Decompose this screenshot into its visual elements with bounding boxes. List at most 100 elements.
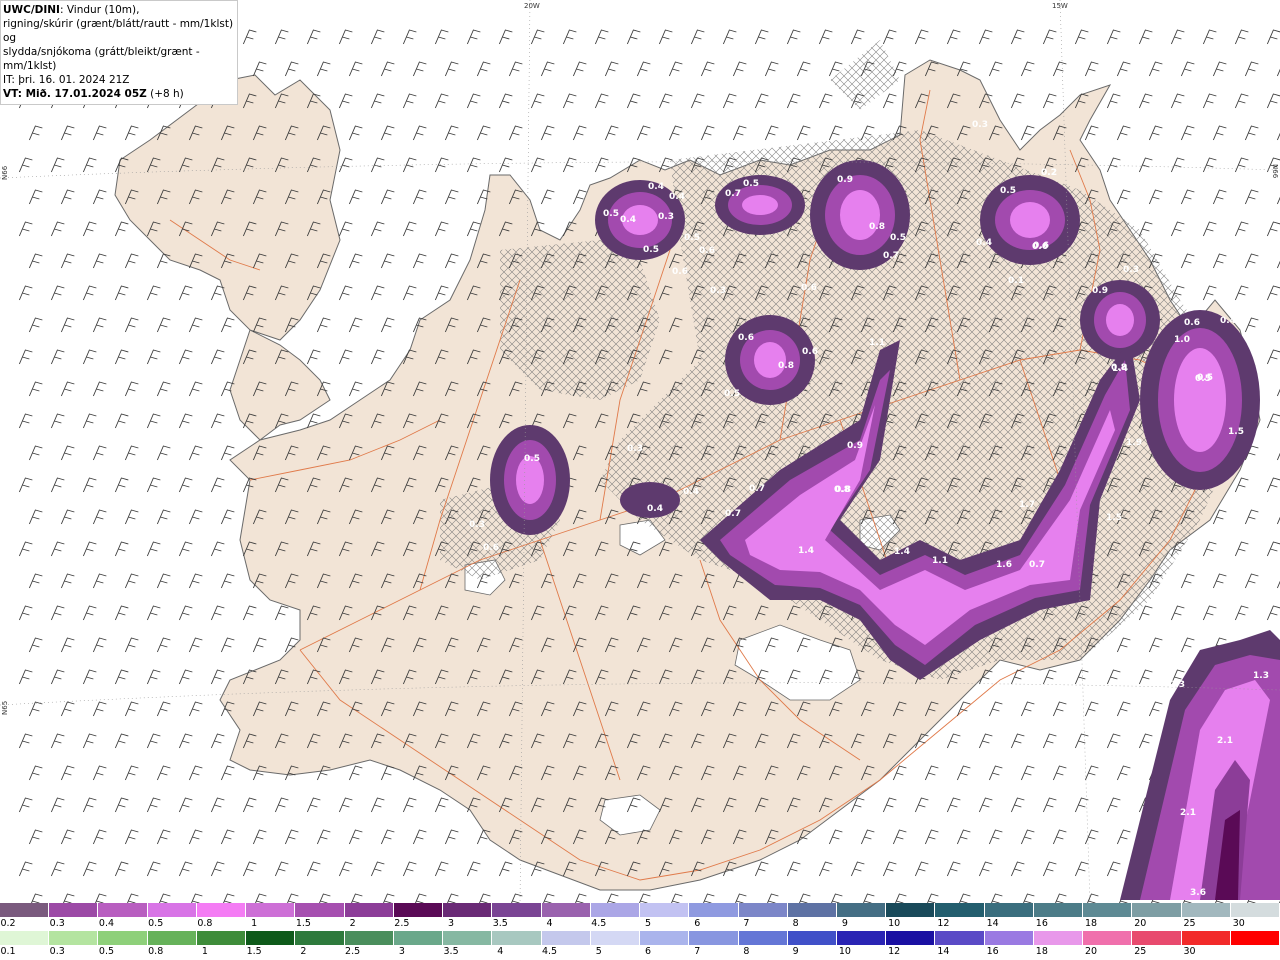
legend-swatch — [1083, 903, 1133, 917]
wind-barb — [252, 61, 267, 77]
precip-value-label: 1.9 — [1126, 438, 1142, 448]
wind-barb — [1170, 29, 1185, 45]
wind-barb — [850, 29, 865, 45]
wind-barb — [1212, 125, 1227, 141]
wind-barb — [722, 29, 737, 45]
wind-barb — [220, 573, 235, 589]
wind-barb — [28, 189, 43, 205]
wind-barb — [1202, 541, 1217, 557]
wind-barb — [146, 413, 161, 429]
wind-barb — [220, 637, 235, 653]
legend-swatch — [393, 903, 444, 917]
legend-swatch — [541, 931, 591, 945]
legend-swatch — [640, 903, 690, 917]
lat-label-66n-right: N66 — [1271, 164, 1279, 179]
wind-barb — [255, 893, 267, 903]
precip-value-label: 0.8 — [834, 485, 850, 495]
wind-barb — [732, 125, 747, 141]
legend-label: 9 — [841, 918, 848, 929]
legend-swatch — [640, 931, 690, 945]
wind-barb — [210, 477, 225, 493]
wind-barb — [338, 29, 353, 45]
wind-barb — [159, 893, 171, 903]
legend-label: 10 — [838, 946, 851, 957]
precip-value-label: 0.6 — [672, 267, 688, 277]
wind-barb — [274, 797, 289, 813]
wind-barb — [1084, 829, 1099, 845]
wind-barb — [658, 93, 673, 109]
precip-value-label: 0.6 — [699, 246, 715, 256]
wind-barb — [668, 61, 683, 77]
legend-label: 6 — [694, 918, 701, 929]
wind-barb — [978, 861, 993, 877]
legend-rain-labels: 0.1 0.3 0.5 0.8 1 1.5 2 2.5 3 3.5 4 4.5 5 6 7 8 9 10 12 14 1… — [0, 946, 1280, 957]
wind-barb — [754, 29, 769, 45]
legend-label: 2.5 — [345, 946, 361, 957]
wind-barb — [1244, 509, 1259, 525]
wind-barb — [188, 573, 203, 589]
legend-swatch — [787, 931, 837, 945]
wind-barb — [434, 157, 449, 173]
wind-barb — [1055, 893, 1067, 903]
legend-label: 2 — [300, 946, 307, 957]
wind-barb — [156, 829, 171, 845]
wind-barb — [818, 861, 833, 877]
wind-barb — [562, 157, 577, 173]
legend-swatch — [590, 903, 641, 917]
wind-barb — [786, 93, 801, 109]
legend-label: 8 — [743, 946, 750, 957]
legend-label: 20 — [1085, 946, 1098, 957]
wind-barb — [978, 733, 993, 749]
wind-barb — [658, 29, 673, 45]
wind-barb — [626, 29, 641, 45]
wind-barb — [82, 285, 97, 301]
wind-barb — [114, 477, 129, 493]
legend-swatch — [295, 931, 345, 945]
wind-barb — [114, 669, 129, 685]
legend-label: 25 — [1183, 918, 1196, 929]
wind-barb — [28, 509, 43, 525]
wind-barb — [1052, 61, 1067, 77]
wind-barb — [306, 29, 321, 45]
wind-barb — [63, 893, 75, 903]
precip-value-label: 1.7 — [1019, 500, 1035, 510]
wind-barb — [338, 797, 353, 813]
wind-barb — [1020, 61, 1035, 77]
wind-barb — [60, 637, 75, 653]
precip-value-label: 1.3 — [1253, 671, 1269, 681]
wind-barb — [540, 61, 555, 77]
wind-barb — [946, 733, 961, 749]
precip-value-label: 0.4 — [648, 182, 664, 192]
wind-barb — [348, 189, 363, 205]
wind-barb — [178, 285, 193, 301]
wind-barb — [786, 861, 801, 877]
precip-value-label: 1.1 — [932, 556, 948, 566]
wind-barb — [1074, 29, 1089, 45]
wind-barb — [1138, 93, 1153, 109]
wind-barb — [927, 893, 939, 903]
wind-barb — [370, 285, 385, 301]
wind-barb — [92, 701, 107, 717]
wind-barb — [402, 797, 417, 813]
wind-barb — [124, 445, 139, 461]
wind-barb — [831, 893, 843, 903]
wind-barb — [380, 829, 395, 845]
precip-value-label: 0.5 — [890, 233, 906, 243]
lat-label-65n-left: N65 — [1, 701, 9, 715]
wind-barb — [1106, 669, 1121, 685]
wind-barb — [828, 829, 843, 845]
precip-value-label: 0.6 — [1032, 242, 1048, 252]
legend-label: 0.2 — [0, 918, 16, 929]
precip-value-label: 0.3 — [1123, 265, 1139, 275]
wind-barb — [124, 829, 139, 845]
legend-label: 0.4 — [98, 918, 115, 929]
wind-barb — [1180, 637, 1195, 653]
wind-barb — [402, 29, 417, 45]
wind-barb — [348, 61, 363, 77]
legend-label: 18 — [1085, 918, 1098, 929]
wind-barb — [348, 317, 363, 333]
wind-barb — [95, 893, 107, 903]
info-line-snow: slydda/snjókoma (grátt/bleikt/grænt - mm… — [3, 46, 200, 72]
precip-value-label: 1.5 — [1106, 513, 1122, 523]
precip-value-label: 0.9 — [837, 175, 853, 185]
